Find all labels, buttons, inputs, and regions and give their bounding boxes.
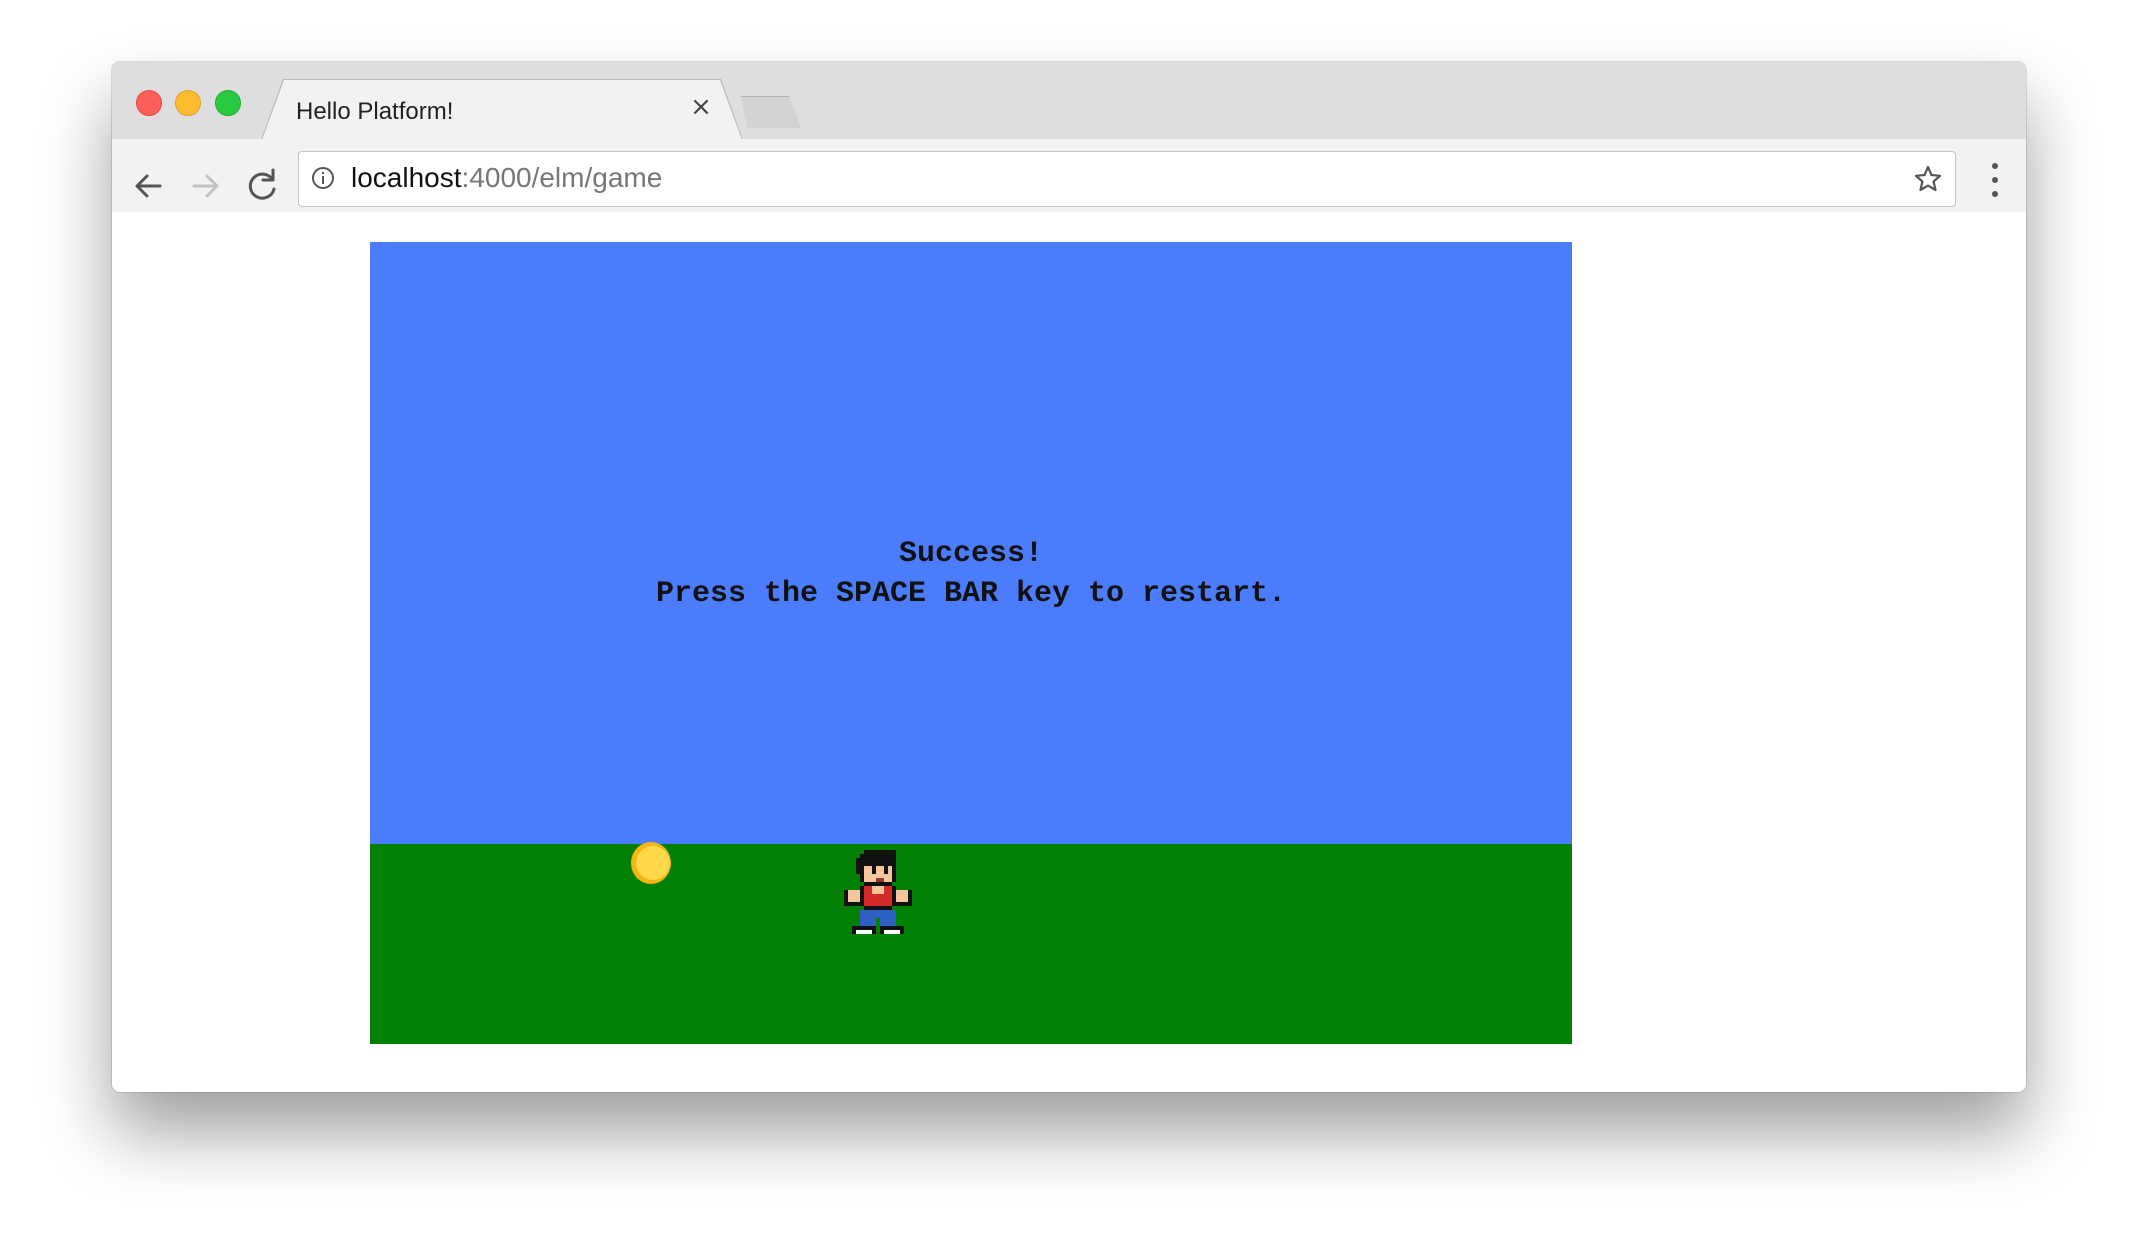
url-text: localhost:4000/elm/game <box>351 162 662 194</box>
url-path: :4000/elm/game <box>461 162 663 193</box>
reload-icon[interactable] <box>238 161 288 211</box>
tab-close-icon[interactable]: × <box>686 92 716 122</box>
browser-window: Hello Platform! × localhost:4000/elm/gam… <box>112 62 2026 1092</box>
info-icon[interactable] <box>311 166 335 190</box>
minimize-window-button[interactable] <box>175 90 201 116</box>
star-icon[interactable] <box>1913 164 1943 194</box>
tab-title: Hello Platform! <box>296 98 454 125</box>
coin-sprite <box>631 842 671 884</box>
new-tab-button[interactable] <box>741 96 801 128</box>
address-bar[interactable]: localhost:4000/elm/game <box>298 151 1956 207</box>
game-canvas[interactable]: Success! Press the SPACE BAR key to rest… <box>370 242 1572 1044</box>
arrow-left-icon[interactable] <box>124 161 174 211</box>
success-text: Success! <box>898 537 1044 571</box>
game-ground <box>370 844 1572 1044</box>
game-message: Success! Press the SPACE BAR key to rest… <box>370 534 1572 614</box>
zoom-window-button[interactable] <box>215 90 241 116</box>
tab-strip: Hello Platform! × <box>112 62 2026 140</box>
url-host: localhost <box>351 162 462 193</box>
page-content: Success! Press the SPACE BAR key to rest… <box>112 212 2026 1092</box>
arrow-right-icon[interactable] <box>180 161 230 211</box>
restart-instruction-text: Press the SPACE BAR key to restart. <box>655 577 1287 611</box>
close-window-button[interactable] <box>136 90 162 116</box>
kebab-menu-icon[interactable] <box>1980 157 2010 203</box>
player-character-sprite <box>844 850 912 934</box>
